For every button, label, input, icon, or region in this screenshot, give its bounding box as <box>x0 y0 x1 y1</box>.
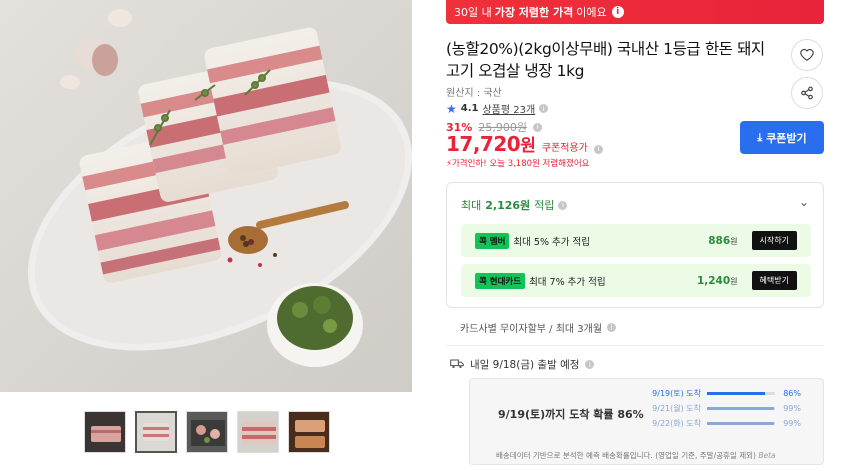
probability-title: 9/19(토)까지 도착 확률 86% <box>498 408 644 421</box>
thumbnail-4[interactable] <box>237 411 279 453</box>
share-icon[interactable] <box>791 77 823 109</box>
reward-row-card: 콕 현대카드 최대 7% 추가 적립 1,240원 혜택받기 <box>461 264 811 297</box>
rating-row: ★ 4.1 상품평 23개 i <box>446 101 549 116</box>
thumbnail-1[interactable] <box>84 411 126 453</box>
probability-line-label: 9/21(월) 도착 <box>652 404 701 413</box>
delivery-row: 내일 9/18(금) 출발 예정 i <box>450 357 595 372</box>
chevron-down-icon[interactable]: ⌄ <box>799 195 809 209</box>
price-row: 17,720 원 쿠폰적용가 i <box>446 131 603 156</box>
banner-highlight: 가장 저렴한 가격 <box>494 6 574 19</box>
price-drop-text: 가격인하! 오늘 3,180원 저렴해졌어요 <box>451 159 590 169</box>
probability-line: 9/21(월) 도착 99% <box>651 403 801 414</box>
coupon-applied-label: 쿠폰적용가 <box>541 143 588 154</box>
probability-line-value: 99% <box>783 404 801 413</box>
main-product-image[interactable] <box>0 0 412 392</box>
probability-bar-fill <box>707 392 766 395</box>
truck-icon <box>450 358 464 372</box>
reward-amount-value: 886 <box>708 234 731 247</box>
probability-bar <box>707 392 775 395</box>
reward-row-text: 최대 7% 추가 적립 <box>529 276 606 288</box>
card-badge: 콕 현대카드 <box>475 272 526 289</box>
reward-row-amount: 1,240원 <box>697 275 738 287</box>
reward-row-text: 최대 5% 추가 적립 <box>513 236 590 248</box>
probability-line-value: 86% <box>783 389 801 398</box>
probability-note: 배송데이터 기반으로 분석한 예측 배송확률입니다. (영업일 기준, 주말/공… <box>496 450 776 461</box>
rating-score: 4.1 <box>460 103 479 114</box>
reward-row-membership: 콕 멤버 최대 5% 추가 적립 886원 시작하기 <box>461 224 811 257</box>
reward-row-amount: 886원 <box>708 235 737 247</box>
reward-box: 최대 2,126원 적립 i ⌄ 콕 멤버 최대 5% 추가 적립 886원 시… <box>446 182 824 308</box>
installment-text: 카드사별 무이자할부 / 최대 3개월 <box>460 324 603 335</box>
membership-badge: 콕 멤버 <box>475 232 510 249</box>
probability-line: 9/19(토) 도착 86% <box>651 388 801 399</box>
probability-line-value: 99% <box>783 419 801 428</box>
get-card-benefit-button[interactable]: 혜택받기 <box>751 271 797 290</box>
reward-amount-value: 1,240 <box>696 274 731 287</box>
reward-head-suffix: 적립 <box>534 199 555 212</box>
coupon-button-label: 쿠폰받기 <box>766 131 807 145</box>
probability-bar-fill <box>707 407 775 410</box>
product-title: (농할20%)(2kg이상무배) 국내산 1등급 한돈 돼지고기 오겹살 냉장 … <box>446 40 765 80</box>
probability-line-label: 9/22(화) 도착 <box>652 419 701 428</box>
thumbnail-3[interactable] <box>186 411 228 453</box>
start-membership-button[interactable]: 시작하기 <box>751 231 797 250</box>
price-drop-note: ⚡가격인하! 오늘 3,180원 저렴해졌어요 <box>446 157 589 169</box>
probability-line: 9/22(화) 도착 99% <box>651 418 801 429</box>
info-icon[interactable]: i <box>611 6 624 18</box>
reward-amount-unit: 원 <box>730 276 738 286</box>
thumbnail-2[interactable] <box>135 411 177 453</box>
probability-line-label: 9/19(토) 도착 <box>652 389 701 398</box>
pork-belly-image <box>0 0 412 392</box>
probability-note-text: 배송데이터 기반으로 분석한 예측 배송확률입니다. (영업일 기준, 주말/공… <box>496 451 756 460</box>
info-icon[interactable]: i <box>593 144 603 154</box>
thumbnail-strip <box>84 411 330 453</box>
reward-head-amount: 2,126원 <box>485 199 531 212</box>
reward-summary[interactable]: 최대 2,126원 적립 i <box>461 197 568 213</box>
delivery-text: 내일 9/18(금) 출발 예정 <box>470 359 580 371</box>
installment-info: 카드사별 무이자할부 / 최대 3개월 i <box>460 320 617 335</box>
reward-head-prefix: 최대 <box>461 199 482 212</box>
sale-price: 17,720 <box>446 132 521 156</box>
lowest-price-banner: 30일 내 가장 저렴한 가격 이에요 i <box>446 0 824 24</box>
coupon-download-button[interactable]: ⤓ 쿠폰받기 <box>740 121 824 154</box>
download-icon: ⤓ <box>757 130 763 144</box>
divider <box>446 345 824 346</box>
probability-bar <box>707 422 775 425</box>
origin-label: 원산지 : 국산 <box>446 88 502 99</box>
info-icon[interactable]: i <box>558 200 568 210</box>
info-icon[interactable]: i <box>607 323 617 332</box>
info-icon[interactable]: i <box>539 104 549 113</box>
star-icon: ★ <box>446 101 457 116</box>
probability-bar-fill <box>707 422 775 425</box>
delivery-probability-box: 9/19(토)까지 도착 확률 86% 9/19(토) 도착 86% 9/21(월)… <box>469 378 824 465</box>
price-unit: 원 <box>520 136 536 156</box>
wishlist-heart-icon[interactable] <box>791 39 823 71</box>
review-count-link[interactable]: 상품평 23개 <box>482 101 535 116</box>
thumbnail-5[interactable] <box>288 411 330 453</box>
reward-amount-unit: 원 <box>730 236 738 246</box>
info-icon[interactable]: i <box>585 360 595 369</box>
banner-prefix: 30일 내 <box>454 6 492 19</box>
banner-suffix: 이에요 <box>576 6 607 19</box>
beta-label: Beta <box>758 451 776 460</box>
probability-bar <box>707 407 775 410</box>
